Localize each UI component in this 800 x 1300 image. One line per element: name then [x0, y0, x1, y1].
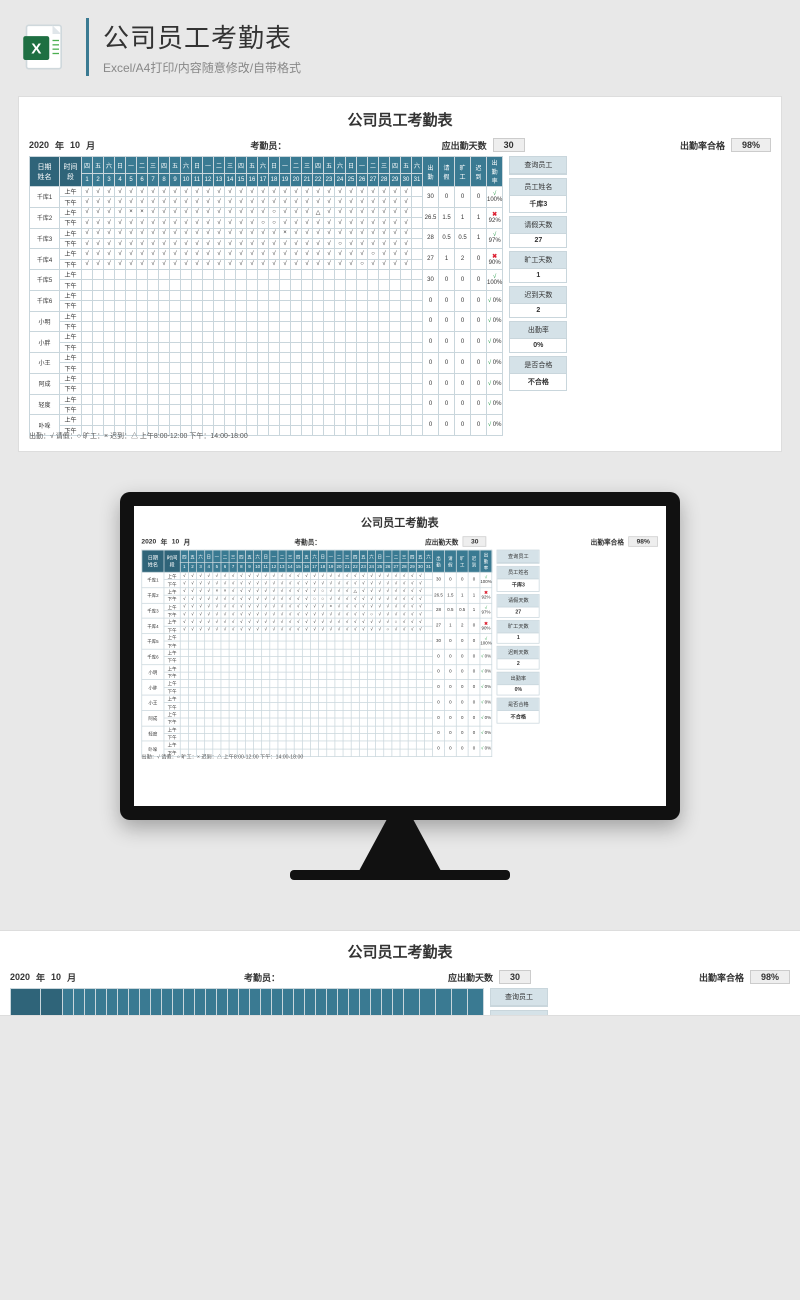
- sheet-meta-row: 2020年 10月 考勤员： 应出勤天数30 出勤率合格98%: [29, 138, 771, 152]
- sheet-title: 公司员工考勤表: [10, 941, 790, 962]
- sidebar-stat: 出勤率0%: [497, 672, 540, 696]
- attendance-row: 千库1上午√√√√√√√√√√√√√√√√√√√√√√√√√√√√√√30000…: [30, 187, 503, 197]
- monitor-mockup: 公司员工考勤表 2020年 10月 考勤员： 应出勤天数30 出勤率合格98% …: [120, 492, 680, 880]
- sheet-title: 公司员工考勤表: [29, 109, 771, 130]
- attendance-row: 千库5上午30000√ 100%: [30, 270, 503, 280]
- attendance-row: 千库6上午0000√ 0%: [142, 649, 492, 657]
- sidebar-stat: 请假天数27: [509, 216, 567, 248]
- attendance-grid: 日期姓名 时间段四五六日一二三四五六日一二三四五六日一二三四五六日一二三四五六出…: [29, 156, 503, 436]
- query-sidebar: 查询员工 员工姓名千库3 请假天数27 旷工天数1 迟到天数2 出勤率0% 是否…: [497, 550, 540, 751]
- attendance-row: 卟哚上午0000√ 0%: [142, 741, 492, 749]
- attendance-row: 千库5上午30000√ 100%: [142, 634, 492, 642]
- attendance-row: 千库3上午√√√√√√√√√√√√√√√√√√×√√√√√√√√√√√280.5…: [142, 603, 492, 611]
- attendance-row: 阿成上午0000√ 0%: [30, 373, 503, 383]
- attendance-row: 千库1上午√√√√√√√√√√√√√√√√√√√√√√√√√√√√√√30000…: [142, 572, 492, 580]
- attendance-row: 千库4上午√√√√√√√√√√√√√√√√√√√√√√√√√√○√√√27120…: [30, 249, 503, 259]
- query-sidebar: 查询员工 员工姓名千库3 请假天数27 旷工天数1 迟到天数2 出勤率0% 是否…: [509, 156, 567, 427]
- attendance-row: 小王上午0000√ 0%: [142, 695, 492, 703]
- attendance-row: 千库4上午√√√√√√√√√√√√√√√√√√√√√√√√√√○√√√27120…: [142, 618, 492, 626]
- svg-text:X: X: [31, 41, 41, 58]
- spreadsheet-preview: 公司员工考勤表 2020年 10月 考勤员： 应出勤天数30 出勤率合格98% …: [18, 96, 782, 452]
- sidebar-stat: 员工姓名千库3: [490, 1010, 548, 1016]
- attendance-row: 千库3上午√√√√√√√√√√√√√√√√√√×√√√√√√√√√√√280.5…: [30, 228, 503, 238]
- attendance-row: 小胖上午0000√ 0%: [142, 680, 492, 688]
- attendance-row: 阿成上午0000√ 0%: [142, 710, 492, 718]
- attendance-row: 轻度上午0000√ 0%: [142, 726, 492, 734]
- spreadsheet-crop: 公司员工考勤表 2020年 10月 考勤员： 应出勤天数30 出勤率合格98% …: [0, 930, 800, 1016]
- attendance-row: 卟哚上午0000√ 0%: [30, 415, 503, 425]
- sidebar-stat: 迟到天数2: [509, 286, 567, 318]
- page-title: 公司员工考勤表: [103, 18, 301, 55]
- sidebar-stat: 迟到天数2: [497, 646, 540, 670]
- attendance-row: 千库6上午0000√ 0%: [30, 290, 503, 300]
- page-subtitle: Excel/A4打印/内容随意修改/自带格式: [103, 59, 301, 76]
- query-sidebar: 查询员工 员工姓名千库3 请假天数27 旷工天数1 迟到天数2 出勤率0% 是否…: [490, 988, 548, 1016]
- sidebar-stat: 旷工天数1: [497, 620, 540, 644]
- sheet-meta-row: 2020年 10月 考勤员： 应出勤天数30 出勤率合格98%: [141, 536, 658, 546]
- attendance-row: 小胖上午0000√ 0%: [30, 332, 503, 342]
- sidebar-stat: 员工姓名千库3: [497, 566, 540, 592]
- page-header: X 公司员工考勤表 Excel/A4打印/内容随意修改/自带格式: [0, 0, 800, 84]
- attendance-row: 千库2上午√√√√××√√√√√√√√√√√○√√√△√√√√√√√√26.51…: [142, 588, 492, 596]
- sidebar-stat: 是否合格不合格: [509, 356, 567, 391]
- attendance-row: 轻度上午0000√ 0%: [30, 394, 503, 404]
- attendance-row: 小王上午0000√ 0%: [30, 353, 503, 363]
- sidebar-stat: 员工姓名千库3: [509, 178, 567, 213]
- attendance-row: 千库2上午√√√√××√√√√√√√√√√√○√√√△√√√√√√√√26.51…: [30, 207, 503, 217]
- excel-file-icon: X: [20, 21, 72, 73]
- attendance-grid: 日期姓名 时间段四五六日一二三四五六日一二三四五六日一二三四五六日一二三四五六出…: [141, 550, 492, 757]
- attendance-row: 小明上午0000√ 0%: [30, 311, 503, 321]
- attendance-grid: 日期姓名 时间段四五六日一二三四五六日一二三四五六日一二三四五六日一二三四五六出…: [10, 988, 484, 1016]
- attendance-row: 小明上午0000√ 0%: [142, 664, 492, 672]
- sheet-title: 公司员工考勤表: [141, 515, 658, 531]
- sidebar-stat: 出勤率0%: [509, 321, 567, 353]
- sidebar-stat: 请假天数27: [497, 594, 540, 618]
- sidebar-stat: 是否合格不合格: [497, 698, 540, 724]
- sidebar-stat: 旷工天数1: [509, 251, 567, 283]
- sheet-meta-row: 2020年 10月 考勤员： 应出勤天数30 出勤率合格98%: [10, 970, 790, 984]
